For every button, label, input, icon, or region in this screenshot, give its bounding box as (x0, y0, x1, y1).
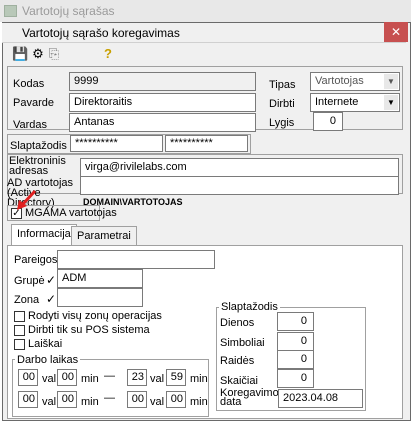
email-field[interactable]: virga@rivilelabs.com (80, 158, 399, 177)
val-label: val (42, 396, 57, 408)
lygis-label: Lygis (269, 117, 295, 129)
app-icon (4, 5, 17, 17)
mail-checkbox[interactable] (14, 339, 25, 350)
koreg-label: Koregavimo data (220, 387, 279, 408)
simboliai-label: Simboliai (220, 337, 265, 349)
pavarde-label: Pavarde (13, 97, 54, 109)
dialog-title: Vartotojų sąrašo koregavimas (2, 23, 406, 43)
end-min-1[interactable]: 59 (166, 369, 186, 386)
vardas-label: Vardas (13, 119, 48, 131)
ad-field[interactable] (80, 176, 399, 195)
tipas-label: Tipas (269, 79, 296, 91)
min-label: min (190, 373, 208, 385)
email-label: Elektroninis adresas (9, 155, 66, 177)
pos-checkbox[interactable] (14, 325, 25, 336)
skaiciai-field[interactable]: 0 (277, 369, 314, 388)
min-label: min (81, 396, 99, 408)
grupe-field[interactable]: ADM (57, 269, 143, 288)
properties-icon[interactable]: ⚙ (30, 46, 46, 62)
end-min-2[interactable]: 00 (166, 391, 186, 408)
lygis-field[interactable]: 0 (313, 112, 343, 131)
work-time-group (12, 359, 209, 417)
lookup-check-icon[interactable]: ✓ (46, 273, 56, 287)
val-label: val (150, 373, 165, 385)
copy-icon[interactable]: ⎘ (46, 46, 62, 62)
min-label: min (190, 396, 208, 408)
mail-label: Laiškai (28, 338, 63, 350)
vardas-field[interactable]: Antanas (69, 113, 256, 132)
start-min-1[interactable]: 00 (57, 369, 77, 386)
pos-label: Dirbti tik su POS sistema (28, 324, 150, 336)
dienos-field[interactable]: 0 (277, 312, 314, 331)
dash: — (104, 392, 115, 404)
dirbti-select[interactable]: Internete ▼ (310, 93, 400, 112)
skaiciai-label: Skaičiai (220, 375, 258, 387)
all-zones-checkbox[interactable] (14, 311, 25, 322)
zona-label: Zona (14, 294, 40, 306)
kodas-label: Kodas (13, 78, 45, 90)
tipas-select[interactable]: Vartotojas ▼ (310, 72, 400, 91)
min-label: min (81, 373, 99, 385)
dash: — (104, 370, 115, 382)
help-icon[interactable]: ? (100, 46, 116, 62)
tab-informacija[interactable]: Informacija (11, 224, 77, 246)
end-hour-2[interactable]: 00 (127, 391, 147, 408)
start-hour-1[interactable]: 00 (18, 369, 38, 386)
pavarde-field[interactable]: Direktoraitis (69, 93, 256, 112)
dirbti-label: Dirbti (269, 98, 295, 110)
close-button[interactable]: ✕ (384, 22, 408, 42)
save-icon[interactable]: 💾 (12, 46, 28, 62)
pareigos-field[interactable] (57, 250, 215, 269)
zona-field[interactable] (57, 288, 143, 307)
end-hour-1[interactable]: 23 (127, 369, 147, 386)
kodas-field[interactable]: 9999 (69, 72, 256, 91)
red-arrow-icon (17, 189, 37, 210)
chevron-down-icon: ▼ (384, 95, 398, 110)
pareigos-label: Pareigos (14, 254, 58, 266)
password-field[interactable]: ********** (70, 135, 163, 152)
grupe-label: Grupė (14, 275, 45, 287)
raides-label: Raidės (220, 355, 255, 367)
password-policy-label: Slaptažodis (219, 301, 280, 313)
simboliai-field[interactable]: 0 (277, 332, 314, 351)
lookup-check-icon[interactable]: ✓ (46, 292, 56, 306)
tab-parametrai[interactable]: Parametrai (71, 226, 137, 246)
dienos-label: Dienos (220, 317, 255, 329)
password-confirm-field[interactable]: ********** (165, 135, 248, 152)
background-window-title: Vartotojų sąrašas (0, 0, 411, 22)
work-time-label: Darbo laikas (15, 354, 81, 366)
start-hour-2[interactable]: 00 (18, 391, 38, 408)
tipas-value: Vartotojas (315, 75, 364, 87)
dirbti-value: Internete (315, 96, 359, 108)
koreg-date-field[interactable]: 2023.04.08 (278, 389, 363, 408)
slaptazodis-label: Slaptažodis (10, 140, 67, 152)
raides-field[interactable]: 0 (277, 350, 314, 369)
start-min-2[interactable]: 00 (57, 391, 77, 408)
val-label: val (150, 396, 165, 408)
val-label: val (42, 373, 57, 385)
chevron-down-icon: ▼ (384, 74, 398, 89)
mgama-label: MGAMA vartotojas (25, 207, 117, 219)
all-zones-label: Rodyti visų zonų operacijas (28, 310, 162, 322)
